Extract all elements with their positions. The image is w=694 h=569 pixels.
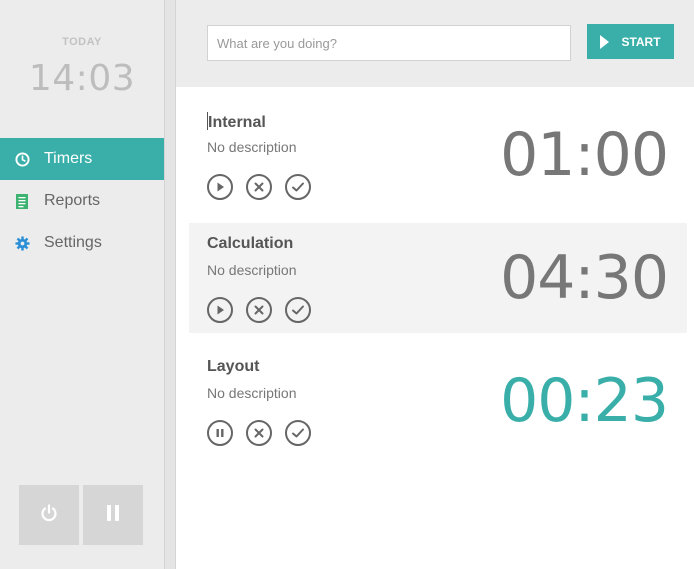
play-icon bbox=[217, 182, 224, 192]
header: START bbox=[176, 0, 694, 87]
task-input[interactable] bbox=[207, 25, 571, 61]
timer-time: 00:23 bbox=[500, 366, 669, 436]
sidebar-nav: Timers Reports Settings bbox=[0, 138, 172, 264]
play-icon bbox=[217, 305, 224, 315]
timer-description[interactable]: No description bbox=[207, 262, 297, 278]
complete-button[interactable] bbox=[285, 174, 311, 200]
complete-button[interactable] bbox=[285, 420, 311, 446]
timer-item: Internal No description 01:00 bbox=[189, 100, 687, 210]
delete-button[interactable] bbox=[246, 174, 272, 200]
clock-icon bbox=[14, 151, 30, 167]
check-icon bbox=[292, 305, 304, 315]
check-icon bbox=[292, 428, 304, 438]
sidebar-divider bbox=[164, 0, 176, 569]
timer-title[interactable]: Layout bbox=[207, 358, 259, 376]
timer-time: 01:00 bbox=[500, 120, 669, 190]
close-icon bbox=[254, 182, 264, 192]
delete-button[interactable] bbox=[246, 297, 272, 323]
pause-icon bbox=[105, 504, 121, 527]
start-button-label: START bbox=[621, 34, 661, 49]
timer-actions bbox=[207, 174, 311, 200]
sidebar: TODAY 14:03 Timers Reports Settings bbox=[0, 0, 172, 569]
timer-item: Layout No description 00:23 bbox=[189, 346, 687, 456]
play-button[interactable] bbox=[207, 174, 233, 200]
sidebar-item-settings[interactable]: Settings bbox=[0, 222, 172, 264]
clock-time: 14:03 bbox=[28, 58, 136, 99]
play-icon bbox=[600, 34, 610, 49]
check-icon bbox=[292, 182, 304, 192]
sidebar-item-label: Reports bbox=[44, 192, 101, 209]
start-button[interactable]: START bbox=[587, 24, 674, 59]
timer-description[interactable]: No description bbox=[207, 385, 297, 401]
close-icon bbox=[254, 428, 264, 438]
timer-actions bbox=[207, 420, 311, 446]
pause-button[interactable] bbox=[207, 420, 233, 446]
play-button[interactable] bbox=[207, 297, 233, 323]
timer-actions bbox=[207, 297, 311, 323]
timer-title[interactable]: Calculation bbox=[207, 235, 293, 253]
timer-title[interactable]: Internal bbox=[207, 112, 266, 132]
timer-description[interactable]: No description bbox=[207, 139, 297, 155]
sidebar-item-label: Settings bbox=[44, 234, 102, 251]
sidebar-item-reports[interactable]: Reports bbox=[0, 180, 172, 222]
delete-button[interactable] bbox=[246, 420, 272, 446]
power-button[interactable] bbox=[19, 485, 79, 545]
clock-label: TODAY bbox=[62, 36, 102, 48]
timer-list: Internal No description 01:00 Calculatio… bbox=[189, 100, 687, 469]
pause-all-button[interactable] bbox=[83, 485, 143, 545]
power-icon bbox=[39, 503, 59, 528]
document-icon bbox=[14, 193, 30, 209]
sidebar-item-timers[interactable]: Timers bbox=[0, 138, 172, 180]
complete-button[interactable] bbox=[285, 297, 311, 323]
sidebar-controls bbox=[19, 485, 143, 545]
gear-icon bbox=[14, 235, 30, 251]
pause-icon bbox=[216, 429, 224, 437]
timer-time: 04:30 bbox=[500, 243, 669, 313]
timer-item: Calculation No description 04:30 bbox=[189, 223, 687, 333]
close-icon bbox=[254, 305, 264, 315]
sidebar-item-label: Timers bbox=[44, 150, 93, 167]
